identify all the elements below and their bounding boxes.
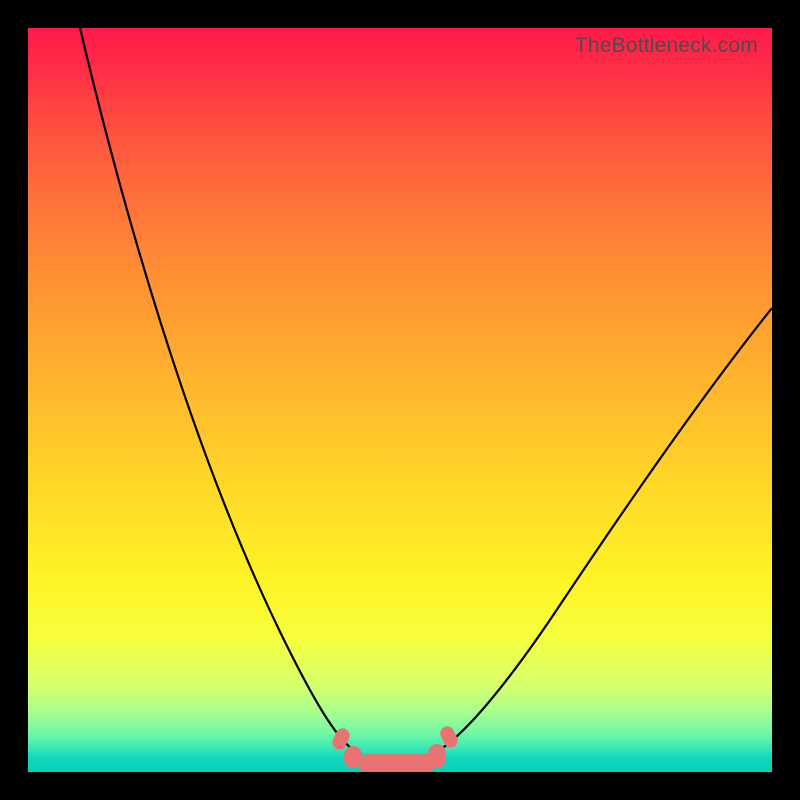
minimum-marker-band — [330, 724, 460, 772]
marker-dot — [428, 744, 446, 768]
curve-left-branch — [80, 28, 356, 752]
marker-bar — [358, 754, 436, 772]
bottleneck-chart — [28, 28, 772, 772]
gradient-plot-area: TheBottleneck.com — [28, 28, 772, 772]
curve-right-branch — [436, 308, 772, 752]
